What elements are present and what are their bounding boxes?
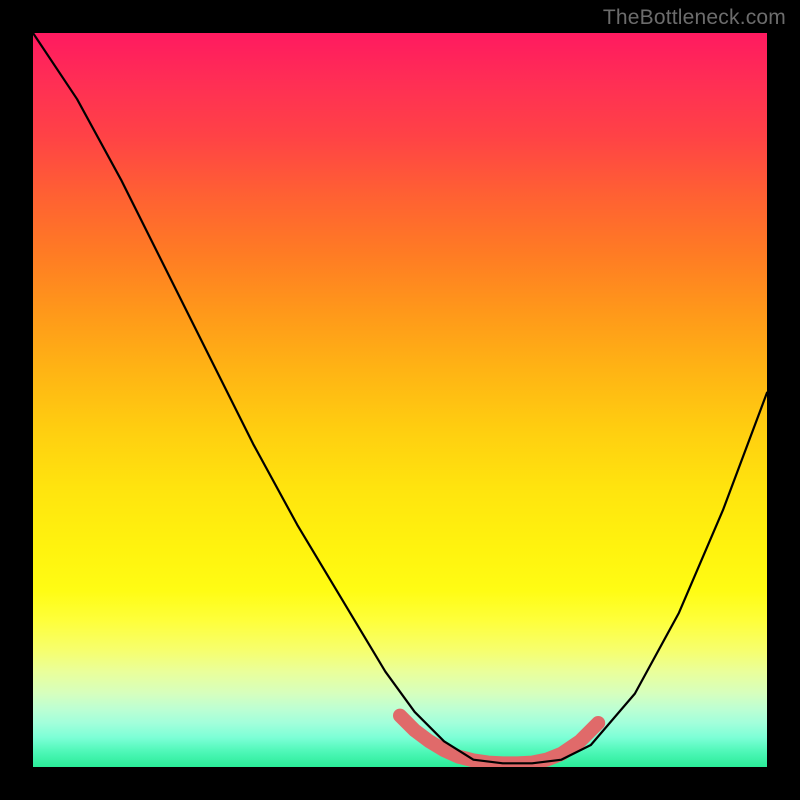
main-curve	[33, 33, 767, 763]
curve-layer	[33, 33, 767, 767]
plot-area	[33, 33, 767, 767]
watermark-text: TheBottleneck.com	[603, 6, 786, 30]
chart-frame: TheBottleneck.com	[0, 0, 800, 800]
